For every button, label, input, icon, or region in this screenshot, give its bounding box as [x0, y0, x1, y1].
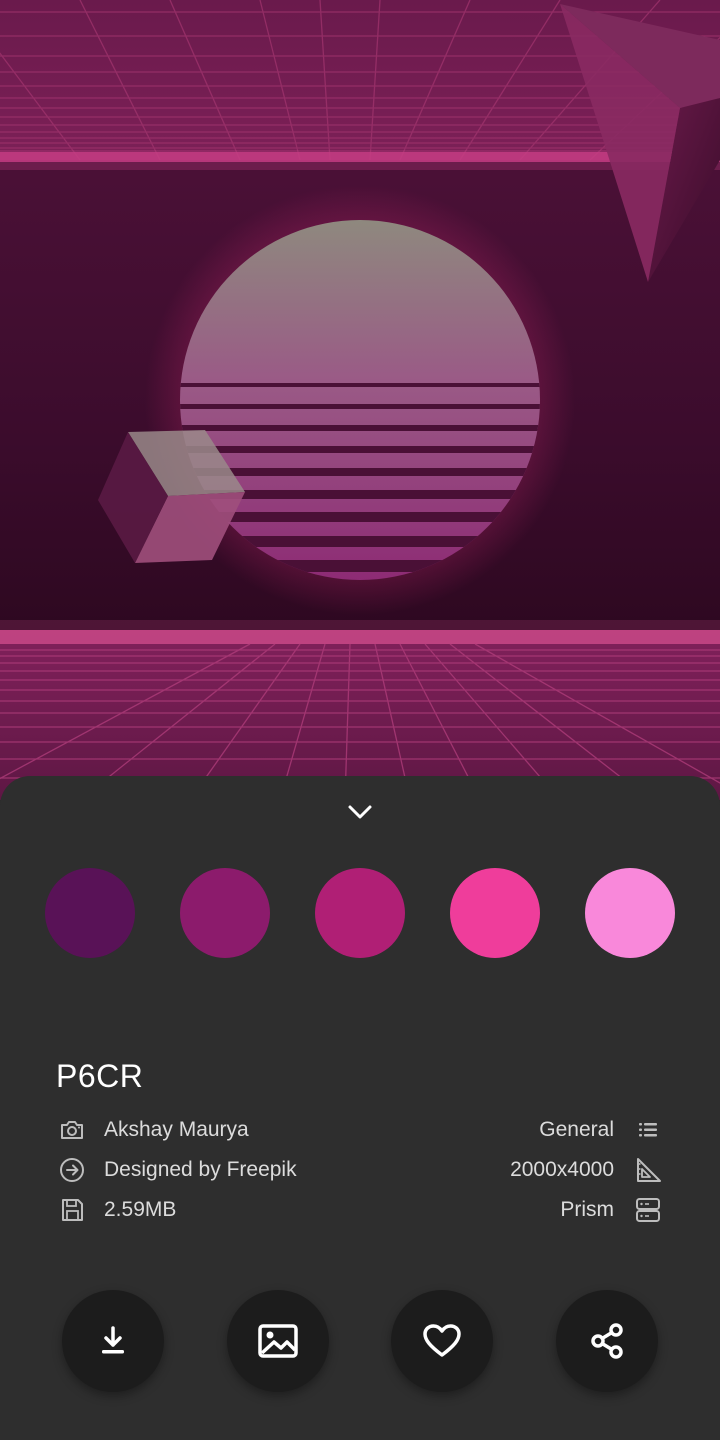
heart-icon: [423, 1324, 461, 1357]
wallpaper-preview: [0, 0, 720, 800]
color-swatch[interactable]: [315, 868, 405, 958]
color-swatch[interactable]: [180, 868, 270, 958]
file-size: 2.59MB: [104, 1198, 177, 1221]
share-button[interactable]: [556, 1290, 658, 1392]
category-label: General: [539, 1118, 614, 1141]
detail-row: Designed by Freepik 2000x4000: [56, 1150, 664, 1190]
collection-item: Prism: [560, 1190, 664, 1230]
designer-credit: Designed by Freepik: [104, 1158, 297, 1181]
resolution-item: 2000x4000: [510, 1150, 664, 1190]
collapse-sheet-button[interactable]: [336, 794, 384, 830]
wallpaper-title: P6CR: [56, 1058, 144, 1094]
set-square-icon: [632, 1154, 664, 1186]
detail-row: Akshay Maurya General: [56, 1110, 664, 1150]
credit-item: Designed by Freepik: [56, 1150, 297, 1190]
wallpaper-info-sheet: P6CR Akshay Maurya General Designed by F…: [0, 776, 720, 1440]
color-swatch[interactable]: [45, 868, 135, 958]
author-item: Akshay Maurya: [56, 1110, 249, 1150]
save-icon: [56, 1194, 88, 1226]
color-swatch[interactable]: [585, 868, 675, 958]
arrow-circle-right-icon: [56, 1154, 88, 1186]
download-button[interactable]: [62, 1290, 164, 1392]
image-icon: [258, 1324, 298, 1358]
author-name: Akshay Maurya: [104, 1118, 249, 1141]
camera-icon: [56, 1114, 88, 1146]
share-icon: [591, 1323, 623, 1359]
category-item: General: [539, 1110, 664, 1150]
set-wallpaper-button[interactable]: [227, 1290, 329, 1392]
color-palette: [0, 868, 720, 960]
color-swatch[interactable]: [450, 868, 540, 958]
favorite-button[interactable]: [391, 1290, 493, 1392]
resolution-label: 2000x4000: [510, 1158, 614, 1181]
storage-icon: [632, 1194, 664, 1226]
synthwave-artwork: [0, 0, 720, 800]
action-bar: [0, 1290, 720, 1394]
collection-label: Prism: [560, 1198, 614, 1221]
detail-row: 2.59MB Prism: [56, 1190, 664, 1230]
chevron-down-icon: [348, 805, 372, 819]
download-icon: [102, 1326, 124, 1354]
list-icon: [632, 1114, 664, 1146]
file-size-item: 2.59MB: [56, 1190, 176, 1230]
